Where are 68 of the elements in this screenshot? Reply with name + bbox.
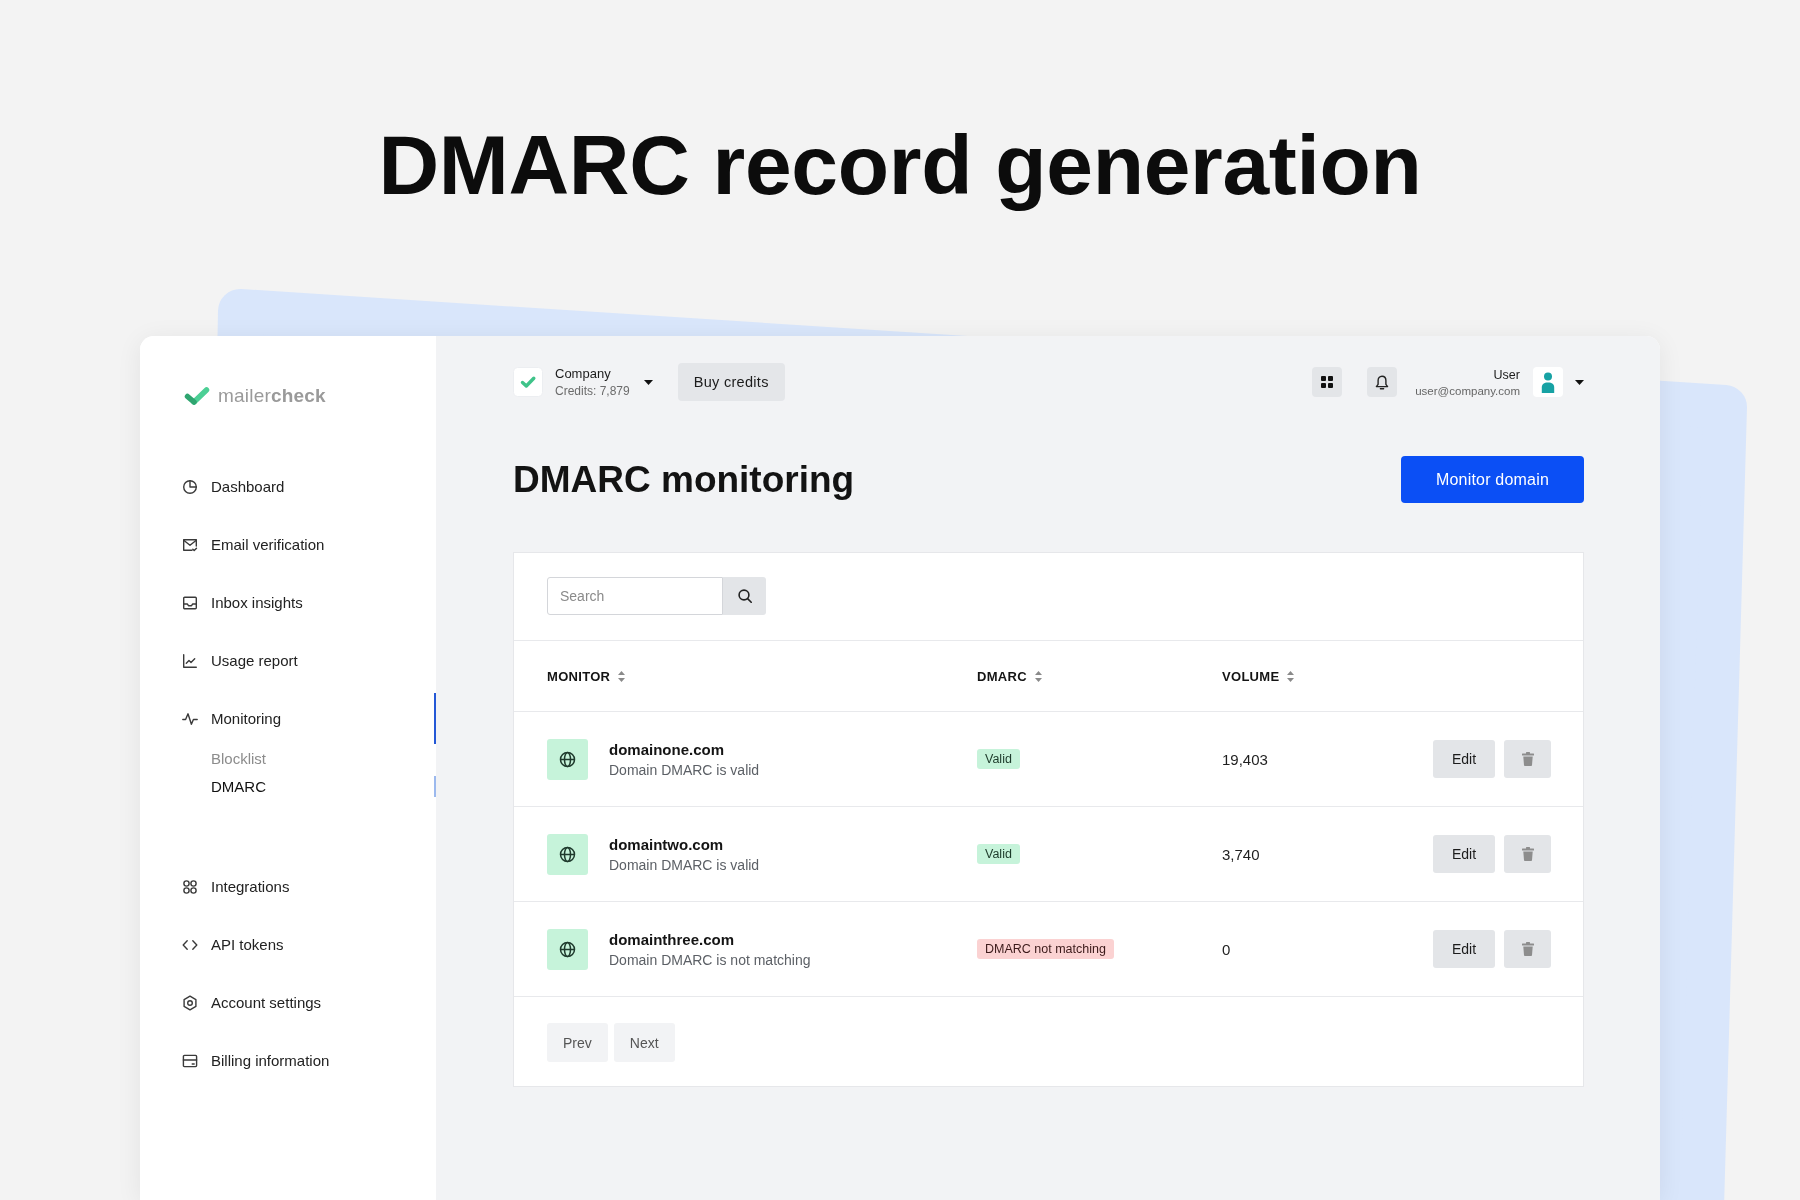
volume-value: 19,403: [1222, 750, 1268, 768]
trash-icon: [1521, 942, 1534, 956]
delete-button[interactable]: [1504, 835, 1551, 873]
column-header[interactable]: VOLUME: [1222, 669, 1295, 684]
user-email: user@company.com: [1415, 384, 1520, 397]
status-tag: Valid: [977, 749, 1020, 769]
nav-item[interactable]: API tokens: [140, 919, 436, 970]
volume-value: 3,740: [1222, 845, 1260, 863]
status-tag: Valid: [977, 844, 1020, 864]
status-tag: DMARC not matching: [977, 939, 1114, 959]
search-icon: [737, 589, 752, 603]
bell-icon: [1375, 374, 1390, 390]
grid-icon: [1321, 376, 1334, 388]
credits-text: Credits: 7,879: [555, 384, 630, 398]
edit-button[interactable]: Edit: [1433, 835, 1495, 873]
logo-text: mailercheck: [218, 385, 326, 407]
buy-credits-button[interactable]: Buy credits: [677, 363, 785, 401]
sort-icon: [1287, 671, 1295, 682]
column-header[interactable]: MONITOR: [547, 669, 626, 684]
nav-item[interactable]: Usage report: [140, 635, 436, 686]
globe-icon: [547, 833, 588, 875]
line-chart-icon: [182, 652, 198, 669]
domain-name: domaintwo.com: [609, 835, 725, 853]
trash-icon: [1521, 847, 1534, 861]
trash-icon: [1521, 752, 1534, 766]
domain-description: Domain DMARC is valid: [609, 761, 760, 778]
monitor-domain-button[interactable]: Monitor domain: [1401, 456, 1584, 503]
nav-item[interactable]: Account settings: [140, 977, 436, 1028]
domain-name: domainone.com: [609, 740, 725, 758]
domain-description: Domain DMARC is valid: [609, 856, 760, 873]
sort-icon: [618, 671, 626, 682]
caret-down-icon[interactable]: [643, 379, 653, 385]
user-name: User: [1493, 367, 1520, 382]
pagination-button[interactable]: Next: [613, 1023, 675, 1062]
globe-icon: [547, 738, 588, 780]
delete-button[interactable]: [1504, 740, 1551, 778]
edit-button[interactable]: Edit: [1433, 930, 1495, 968]
search-button[interactable]: [723, 577, 766, 615]
search-field[interactable]: Search: [547, 577, 723, 615]
checkmark-logo-icon: [184, 387, 210, 405]
sort-icon: [1034, 671, 1042, 682]
card-icon: [182, 1052, 198, 1069]
page-title: DMARC monitoring: [513, 458, 855, 501]
company-logo-icon: [513, 367, 543, 397]
nav-item[interactable]: Inbox insights: [140, 577, 436, 628]
pie-chart-icon: [182, 478, 198, 495]
nav-item[interactable]: Dashboard: [140, 461, 436, 512]
apps-button[interactable]: [1312, 367, 1343, 397]
domain-description: Domain DMARC is not matching: [609, 951, 811, 968]
delete-button[interactable]: [1504, 930, 1551, 968]
envelope-check-icon: [182, 536, 198, 553]
nav-item[interactable]: Email verification: [140, 519, 436, 570]
nav-item[interactable]: Billing information: [140, 1035, 436, 1086]
globe-icon: [547, 928, 588, 970]
four-circles-icon: [182, 878, 198, 895]
notifications-button[interactable]: [1367, 367, 1398, 397]
caret-down-icon[interactable]: [1575, 379, 1584, 385]
column-header[interactable]: DMARC: [977, 669, 1042, 684]
domain-name: domainthree.com: [609, 930, 736, 948]
user-avatar-icon[interactable]: [1533, 367, 1563, 397]
inbox-icon: [182, 594, 198, 611]
volume-value: 0: [1222, 940, 1231, 958]
settings-icon: [182, 994, 198, 1011]
pagination-button[interactable]: Prev: [547, 1023, 608, 1062]
edit-button[interactable]: Edit: [1433, 740, 1495, 778]
pulse-icon: [182, 710, 198, 727]
company-name: Company: [555, 366, 612, 381]
nav-item[interactable]: Integrations: [140, 861, 436, 912]
